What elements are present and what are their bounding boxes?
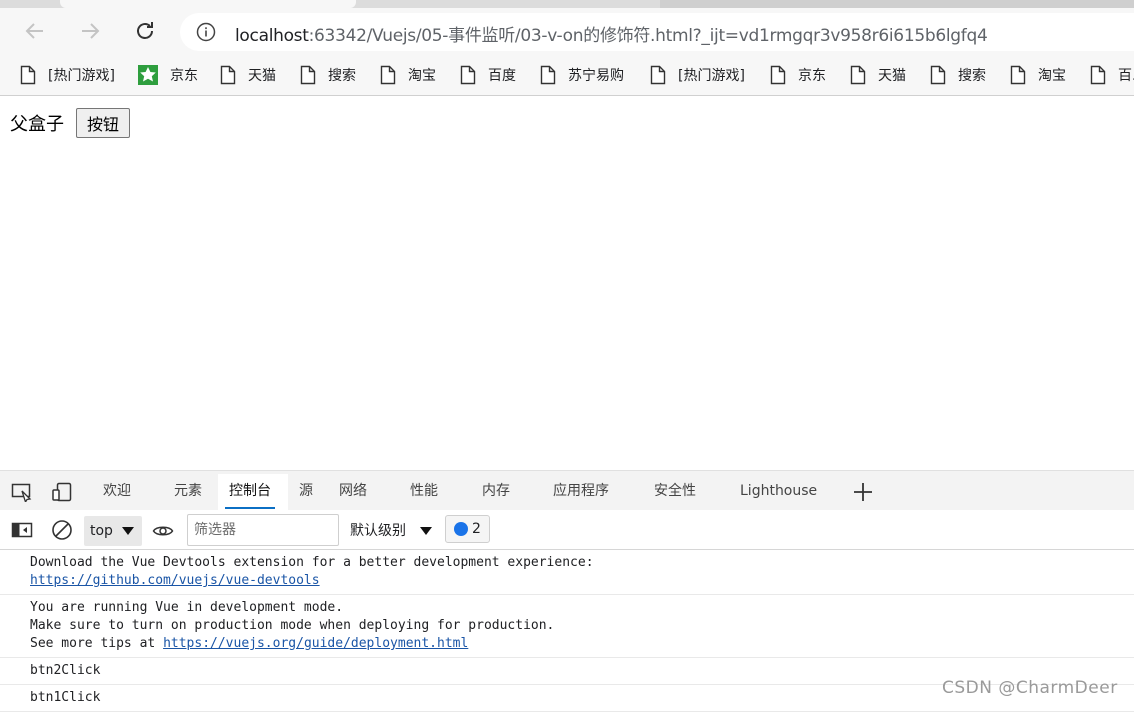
page-icon: [850, 65, 866, 85]
bookmark-label: [热门游戏]: [48, 68, 115, 84]
page-icon: [220, 65, 236, 85]
page-icon: [1090, 65, 1106, 85]
bookmark-item[interactable]: 天猫: [220, 64, 276, 86]
bookmark-label: 天猫: [878, 68, 906, 84]
more-tools-plus-icon[interactable]: [852, 481, 874, 501]
chevron-down-icon: [122, 527, 134, 535]
page-viewport: 父盒子 按钮: [0, 97, 1134, 470]
jd-logo-icon: [138, 65, 158, 85]
bookmark-label: 百...: [1118, 68, 1134, 84]
console-message: You are running Vue in development mode.…: [0, 595, 1134, 658]
back-arrow-icon[interactable]: [22, 18, 48, 44]
issues-counter-button[interactable]: 2: [445, 515, 490, 543]
console-message: Download the Vue Devtools extension for …: [0, 550, 1134, 595]
message-bubble-icon: [454, 522, 469, 536]
bookmark-label: 淘宝: [408, 68, 436, 84]
bookmark-item[interactable]: 百...: [1090, 64, 1134, 86]
page-button[interactable]: 按钮: [76, 108, 130, 138]
console-line: See more tips at https://vuejs.org/guide…: [30, 636, 469, 651]
bookmarks-bar: [热门游戏] 京东 天猫 搜索 淘宝 百度 苏宁易购 [热门游戏] 京东 天猫 搜索 淘宝 百...: [0, 56, 1134, 96]
page-icon: [300, 65, 316, 85]
bookmark-item[interactable]: 百度: [460, 64, 516, 86]
bookmark-label: [热门游戏]: [678, 68, 745, 84]
url-path: :63342/Vuejs/05-事件监听/03-v-on的修饰符.html?_i…: [308, 26, 988, 46]
active-tab[interactable]: [60, 0, 356, 8]
console-link[interactable]: https://vuejs.org/guide/deployment.html: [163, 636, 468, 651]
devtools-tab[interactable]: 应用程序: [553, 471, 609, 511]
page-icon: [460, 65, 476, 85]
page-icon: [930, 65, 946, 85]
bookmark-label: 搜索: [328, 68, 356, 84]
browser-toolbar: localhost:63342/Vuejs/05-事件监听/03-v-on的修饰…: [0, 8, 1134, 56]
bookmark-label: 京东: [170, 68, 198, 84]
devtools-tab[interactable]: 源: [299, 471, 313, 511]
forward-arrow-icon[interactable]: [77, 18, 103, 44]
bookmark-label: 搜索: [958, 68, 986, 84]
devtools-tab[interactable]: Lighthouse: [740, 471, 817, 511]
console-line: Make sure to turn on production mode whe…: [30, 618, 555, 633]
filter-input[interactable]: 筛选器: [187, 514, 339, 546]
message-count: 2: [472, 521, 481, 537]
devtools-tab[interactable]: 元素: [174, 471, 202, 511]
clear-console-icon[interactable]: [51, 519, 73, 540]
bookmark-item[interactable]: 苏宁易购: [540, 64, 624, 86]
devtools-tab[interactable]: 控制台: [225, 471, 275, 511]
chevron-down-icon: [420, 527, 432, 535]
devtools-tab[interactable]: 内存: [482, 471, 510, 511]
console-link[interactable]: https://github.com/vuejs/vue-devtools: [30, 573, 320, 588]
eye-icon[interactable]: [152, 521, 174, 541]
toggle-sidebar-icon[interactable]: [11, 520, 33, 540]
log-level-value: 默认级别: [350, 523, 406, 539]
tab-strip: [0, 0, 1134, 8]
address-bar[interactable]: localhost:63342/Vuejs/05-事件监听/03-v-on的修饰…: [180, 13, 1134, 51]
devtools-tab[interactable]: 欢迎: [103, 471, 131, 511]
parent-box-label: 父盒子: [10, 114, 64, 135]
page-icon: [20, 65, 36, 85]
reload-icon[interactable]: [132, 18, 158, 44]
page-icon: [1010, 65, 1026, 85]
bookmark-item[interactable]: 淘宝: [1010, 64, 1066, 86]
url-host: localhost: [235, 26, 309, 46]
devtools-tabbar: 欢迎 元素 控制台源网络 性能 内存 应用程序 安全性 Lighthouse: [0, 470, 1134, 510]
bookmark-label: 天猫: [248, 68, 276, 84]
watermark: CSDN @CharmDeer: [942, 678, 1118, 698]
bookmark-label: 百度: [488, 68, 516, 84]
inactive-tab[interactable]: [660, 0, 1134, 8]
bookmark-item[interactable]: [热门游戏]: [650, 64, 745, 86]
bookmark-item[interactable]: 天猫: [850, 64, 906, 86]
page-icon: [380, 65, 396, 85]
bookmark-label: 淘宝: [1038, 68, 1066, 84]
context-value: top: [90, 523, 113, 539]
page-icon: [540, 65, 556, 85]
bookmark-item[interactable]: 搜索: [300, 64, 356, 86]
console-line: https://github.com/vuejs/vue-devtools: [30, 572, 1134, 590]
url-text[interactable]: localhost:63342/Vuejs/05-事件监听/03-v-on的修饰…: [235, 21, 988, 46]
bookmark-item[interactable]: 京东: [770, 64, 826, 86]
bookmark-item[interactable]: 淘宝: [380, 64, 436, 86]
bookmark-item[interactable]: 京东: [138, 64, 198, 86]
console-toolbar: top 筛选器 默认级别 2: [0, 510, 1134, 550]
bookmark-label: 苏宁易购: [568, 68, 624, 84]
bookmark-item[interactable]: 搜索: [930, 64, 986, 86]
inspect-element-icon[interactable]: [11, 482, 33, 504]
info-icon[interactable]: [196, 22, 216, 42]
page-icon: [770, 65, 786, 85]
log-level-selector[interactable]: 默认级别: [350, 516, 432, 546]
page-icon: [650, 65, 666, 85]
device-emulation-icon[interactable]: [51, 482, 73, 502]
devtools-tab[interactable]: 网络: [339, 471, 367, 511]
bookmark-item[interactable]: [热门游戏]: [20, 64, 115, 86]
devtools-tab[interactable]: 安全性: [654, 471, 696, 511]
console-line: Download the Vue Devtools extension for …: [30, 555, 594, 570]
devtools-tab[interactable]: 性能: [410, 471, 438, 511]
context-selector[interactable]: top: [84, 516, 142, 546]
bookmark-label: 京东: [798, 68, 826, 84]
console-line: You are running Vue in development mode.: [30, 600, 344, 615]
